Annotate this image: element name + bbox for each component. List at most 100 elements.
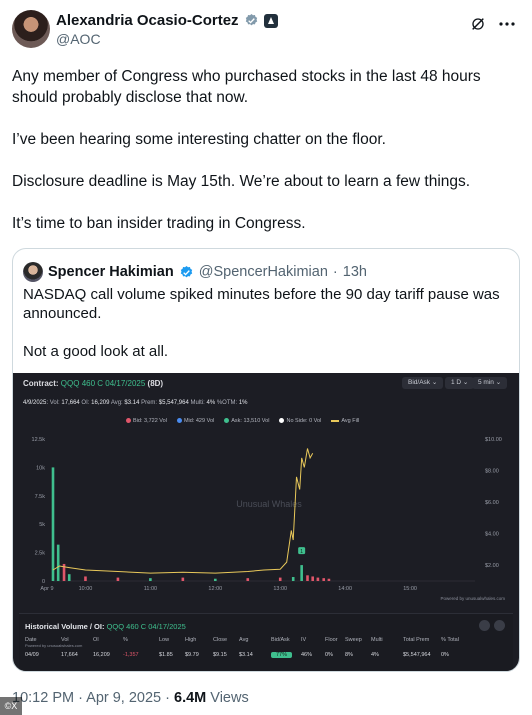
tweet-timestamp[interactable]: 10:12 PM · Apr 9, 2025 · xyxy=(12,690,170,706)
historical-powered-by: Powered by unusualwhales.com xyxy=(25,643,83,648)
x-tick-label: 12:00 xyxy=(208,586,222,592)
table-cell: 17,664 xyxy=(61,652,78,658)
table-cell: $3.14 xyxy=(239,652,253,658)
legend-label: Mid: 429 Vol xyxy=(183,418,215,424)
grok-icon[interactable] xyxy=(470,16,486,32)
quoted-tweet[interactable]: Spencer Hakimian @SpencerHakimian · 13h … xyxy=(12,248,520,672)
y-left-tick-label: 7.5k xyxy=(35,494,46,500)
bid-ask-pill: 77% xyxy=(271,652,293,658)
historical-contract: QQQ 460 C 04/17/2025 xyxy=(106,622,186,631)
table-header-cell: % xyxy=(123,637,128,643)
volume-bar xyxy=(291,577,295,581)
legend-label: Bid: 3,722 Vol xyxy=(133,418,167,424)
contract-name: QQQ 460 C 04/17/2025 xyxy=(60,379,146,388)
tweet-paragraph: It’s time to ban insider trading in Cong… xyxy=(12,215,306,232)
volume-bar xyxy=(149,578,152,581)
table-header-cell: Bid/Ask xyxy=(271,637,290,643)
legend-label: No Side: 0 Vol xyxy=(286,418,322,424)
table-cell: 04/09 xyxy=(25,652,39,658)
contract-dte: (8D) xyxy=(147,379,164,388)
volume-bar xyxy=(316,577,320,581)
quoted-author-handle[interactable]: @SpencerHakimian xyxy=(199,264,328,280)
y-right-tick-label: $8.00 xyxy=(485,469,499,475)
historical-title-label: Historical Volume / OI: xyxy=(25,622,105,631)
table-header-cell: Date xyxy=(25,637,37,643)
table-cell: 8% xyxy=(345,652,353,658)
verified-grey-badge-icon xyxy=(245,13,257,26)
x-tick-label: 13:00 xyxy=(273,586,287,592)
quoted-author-name[interactable]: Spencer Hakimian xyxy=(48,264,174,280)
quoted-tweet-text: NASDAQ call volume spiked minutes before… xyxy=(23,285,513,380)
x-tick-label: 15:00 xyxy=(403,586,417,592)
chart-image[interactable]: Contract: QQQ 460 C 04/17/2025 (8D) Bid/… xyxy=(13,373,519,671)
settings-icon xyxy=(479,620,490,631)
table-cell: $1.85 xyxy=(159,652,173,658)
more-options-icon[interactable] xyxy=(498,15,516,33)
table-cell: -1,357 xyxy=(123,652,139,658)
y-left-tick-label: 0 xyxy=(42,579,45,585)
stat-label: Prem: xyxy=(141,400,158,406)
tweet-header: Alexandria Ocasio-Cortez @AOC xyxy=(10,10,522,50)
tweet-paragraph: I’ve been hearing some interesting chatt… xyxy=(12,131,386,148)
tweet-paragraph: Any member of Congress who purchased sto… xyxy=(12,68,481,106)
verified-blue-badge-icon xyxy=(180,265,192,277)
author-name[interactable]: Alexandria Ocasio-Cortez xyxy=(56,12,239,29)
y-left-tick-label: 5k xyxy=(39,522,45,528)
volume-bar xyxy=(322,578,326,581)
author-avatar[interactable] xyxy=(12,10,50,48)
quoted-author-avatar[interactable] xyxy=(23,262,43,282)
volume-bar xyxy=(67,574,71,581)
stat-oi: 16,209 xyxy=(91,400,110,406)
y-left-tick-label: 10k xyxy=(36,465,45,471)
historical-title: Historical Volume / OI: QQQ 460 C 04/17/… xyxy=(25,622,186,631)
author-name-row: Alexandria Ocasio-Cortez xyxy=(56,12,278,29)
contract-stats: 4/9/2025: Vol: 17,664 OI: 16,209 Avg: $3… xyxy=(23,400,248,406)
event-marker-label: 1 xyxy=(300,549,303,555)
views-label: Views xyxy=(210,690,249,706)
table-header-cell: Multi xyxy=(371,637,383,643)
legend-item-avgfill: Avg Fill xyxy=(331,418,359,424)
quoted-tweet-age[interactable]: 13h xyxy=(343,264,367,280)
table-header-cell: Close xyxy=(213,637,228,643)
table-header-cell: OI xyxy=(93,637,99,643)
table-header-cell: Vol xyxy=(61,637,69,643)
tweet-text: Any member of Congress who purchased sto… xyxy=(12,66,512,255)
legend-item-mid: Mid: 429 Vol xyxy=(176,418,215,424)
volume-bar xyxy=(84,576,87,581)
historical-volume-section: Historical Volume / OI: QQQ 460 C 04/17/… xyxy=(19,613,513,671)
volume-bar xyxy=(311,576,314,581)
stat-multi: 4% xyxy=(206,400,216,406)
table-header-cell: High xyxy=(185,637,197,643)
volume-bar xyxy=(278,577,282,581)
volume-bar xyxy=(214,578,217,581)
chart-contract-title: Contract: QQQ 460 C 04/17/2025 (8D) xyxy=(23,379,163,388)
table-cell: 0% xyxy=(325,652,333,658)
table-cell: 0% xyxy=(441,652,449,658)
volume-bar xyxy=(246,578,250,581)
period-dropdown: 1 D ⌄ xyxy=(445,377,475,389)
interval-dropdown: 5 min ⌄ xyxy=(472,377,508,389)
legend-label: Ask: 13,510 Vol xyxy=(231,418,270,424)
y-right-tick-label: $2.00 xyxy=(485,563,499,569)
table-cell: $9.15 xyxy=(213,652,227,658)
stat-prem: $5,547,964 xyxy=(158,400,189,406)
chart-powered-by: Powered by unusualwhales.com xyxy=(440,596,505,601)
quoted-paragraph: Not a good look at all. xyxy=(23,343,169,360)
volume-bar xyxy=(181,577,185,581)
y-right-tick-label: $6.00 xyxy=(485,500,499,506)
table-cell: $9.79 xyxy=(185,652,199,658)
x-tick-label: 11:00 xyxy=(144,586,157,592)
stat-avg: $3.14 xyxy=(124,400,140,406)
tweet-meta: 10:12 PM · Apr 9, 2025 · 6.4M Views xyxy=(12,690,249,706)
table-cell: 4% xyxy=(371,652,379,658)
author-handle[interactable]: @AOC xyxy=(56,31,101,47)
stat-otm: 1% xyxy=(238,400,248,406)
download-icon xyxy=(494,620,505,631)
contract-label: Contract: xyxy=(23,379,59,388)
volume-bar xyxy=(300,565,303,581)
stat-label: Vol: xyxy=(49,400,60,406)
view-count: 6.4M xyxy=(174,690,207,706)
y-left-tick-label: 2.5k xyxy=(35,551,46,557)
volume-bar xyxy=(327,578,331,581)
tweet-paragraph: Disclosure deadline is May 15th. We’re a… xyxy=(12,173,471,190)
